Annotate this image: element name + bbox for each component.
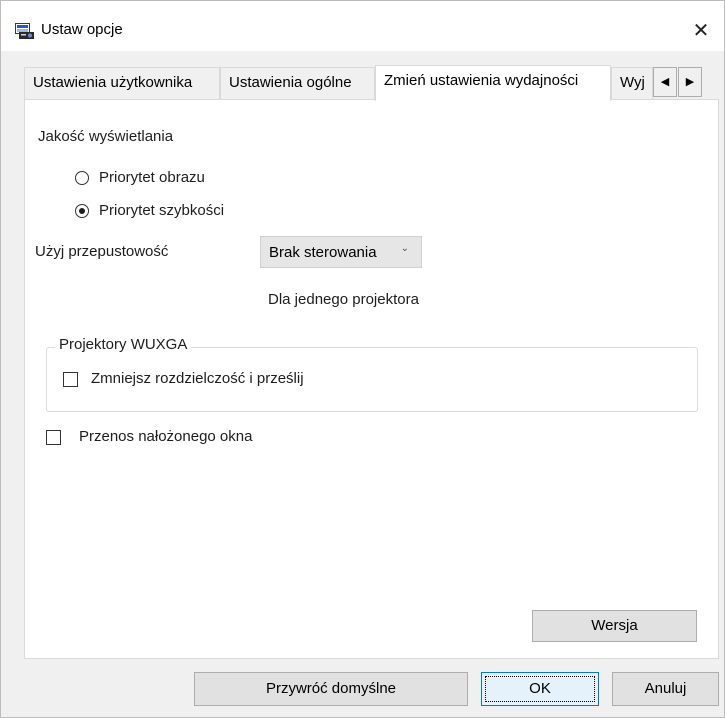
bandwidth-note: Dla jednego projektora <box>268 291 419 308</box>
arrow-right-icon: ▶ <box>685 76 695 88</box>
speed-priority-label[interactable]: Priorytet szybkości <box>99 202 224 219</box>
tab-scroll-right-button[interactable]: ▶ <box>678 67 702 97</box>
tab-strip: Ustawienia użytkownika Ustawienia ogólne… <box>24 65 719 101</box>
image-priority-label[interactable]: Priorytet obrazu <box>99 169 205 186</box>
chevron-down-icon: ⌄ <box>400 243 409 254</box>
restore-defaults-button[interactable]: Przywróć domyślne <box>194 672 468 706</box>
version-button[interactable]: Wersja <box>532 610 697 642</box>
speed-priority-radio[interactable] <box>75 204 89 218</box>
ok-button[interactable]: OK <box>481 672 599 706</box>
bandwidth-select-value: Brak sterowania <box>269 244 377 261</box>
projector-app-icon <box>15 23 34 39</box>
tab-output[interactable]: Wyj <box>611 67 653 99</box>
tab-performance-settings[interactable]: Zmień ustawienia wydajności <box>375 65 611 101</box>
focus-rectangle <box>485 676 595 702</box>
tab-general-settings[interactable]: Ustawienia ogólne <box>220 67 375 99</box>
close-button[interactable]: ✕ <box>678 11 724 51</box>
reduce-resolution-label[interactable]: Zmniejsz rozdzielczość i prześlij <box>91 370 304 387</box>
reduce-resolution-checkbox[interactable] <box>63 372 78 387</box>
image-priority-radio[interactable] <box>75 171 89 185</box>
close-icon: ✕ <box>692 20 710 42</box>
overlay-window-label[interactable]: Przenos nałożonego okna <box>79 428 252 445</box>
window-title: Ustaw opcje <box>41 21 123 38</box>
arrow-left-icon: ◀ <box>660 76 670 88</box>
tab-scroll-left-button[interactable]: ◀ <box>653 67 677 97</box>
display-quality-label: Jakość wyświetlania <box>38 128 174 145</box>
cancel-button[interactable]: Anuluj <box>612 672 719 706</box>
overlay-window-checkbox[interactable] <box>46 430 61 445</box>
tab-user-settings[interactable]: Ustawienia użytkownika <box>24 67 220 99</box>
wuxga-group-title: Projektory WUXGA <box>55 336 192 353</box>
title-bar: Ustaw opcje ✕ <box>1 1 724 51</box>
bandwidth-label: Użyj przepustowość <box>35 243 169 260</box>
options-dialog: Ustaw opcje ✕ Ustawienia użytkownika Ust… <box>0 0 725 718</box>
performance-settings-panel: Jakość wyświetlania Priorytet obrazu Pri… <box>24 99 719 659</box>
bandwidth-select[interactable]: Brak sterowania ⌄ <box>260 236 422 268</box>
